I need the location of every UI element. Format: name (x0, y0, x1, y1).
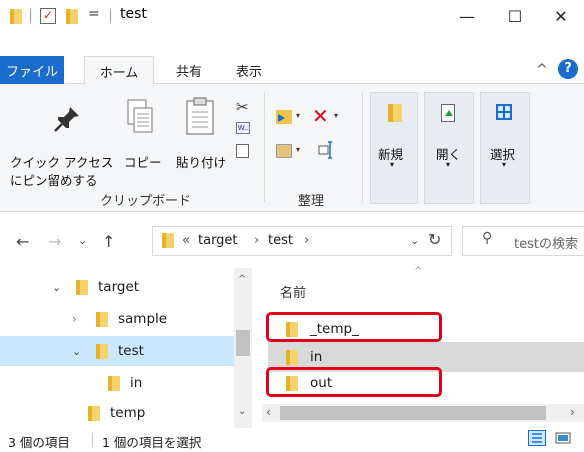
address-history-dropdown-icon[interactable]: ⌄ (410, 234, 419, 247)
search-icon: ⚲ (482, 230, 493, 246)
highlight-box (266, 367, 442, 397)
tree-label: in (130, 375, 143, 391)
move-to-icon[interactable] (276, 110, 292, 124)
tree-item-in[interactable]: in (0, 368, 234, 398)
nav-scroll-thumb[interactable] (236, 330, 250, 356)
properties-check-icon[interactable]: ✓ (40, 8, 56, 24)
scissors-icon[interactable]: ✂ (236, 98, 249, 116)
address-bar[interactable] (152, 226, 452, 256)
tree-item-test[interactable]: ⌄ test (0, 336, 234, 366)
up-icon[interactable]: ↑ (102, 232, 115, 251)
tree-item-sample[interactable]: › sample (0, 304, 234, 334)
minimize-button[interactable]: — (444, 0, 490, 32)
folder-icon (96, 343, 108, 359)
paste-shortcut-icon[interactable] (236, 144, 249, 158)
new-folder-icon (388, 104, 402, 122)
nav-scroll-up-icon[interactable]: ^ (238, 274, 246, 285)
tab-view[interactable]: 表示 (222, 56, 276, 85)
qat-separator (30, 9, 31, 23)
open-dropdown-icon[interactable]: ▾ (446, 160, 450, 169)
chevron-down-icon[interactable]: ⌄ (72, 345, 88, 358)
new-dropdown-icon[interactable]: ▾ (390, 160, 394, 169)
breadcrumb-target[interactable]: target (198, 233, 238, 248)
tree-label: temp (110, 405, 146, 421)
tab-file[interactable]: ファイル (0, 56, 64, 84)
select-dropdown-icon[interactable]: ▾ (502, 160, 506, 169)
chevron-right-icon[interactable]: › (72, 312, 88, 326)
large-icons-view-icon[interactable] (554, 430, 572, 446)
address-folder-icon (162, 233, 174, 248)
folder-icon (286, 349, 298, 365)
move-to-dropdown-icon[interactable]: ▾ (296, 111, 300, 120)
refresh-icon[interactable]: ↻ (428, 230, 441, 249)
help-icon[interactable]: ? (558, 59, 578, 79)
delete-icon[interactable]: ✕ (312, 104, 329, 128)
address-overflow[interactable]: « (182, 233, 190, 248)
properties-icon (441, 104, 455, 122)
chevron-down-icon[interactable]: ⌄ (52, 281, 68, 294)
breadcrumb-chevron-icon[interactable]: › (304, 233, 309, 248)
pin-label-2[interactable]: にピン留めする (10, 170, 98, 189)
copy-to-icon[interactable] (276, 144, 292, 158)
copy-path-icon[interactable]: W.. (236, 122, 250, 134)
folder-icon (88, 405, 100, 421)
new-folder-qat-icon[interactable] (66, 9, 78, 24)
group-separator (362, 92, 363, 202)
search-placeholder: testの検索 (514, 237, 578, 252)
group-separator (264, 92, 265, 202)
breadcrumb-chevron-icon: › (254, 233, 260, 248)
copy-to-dropdown-icon[interactable]: ▾ (296, 145, 300, 154)
column-sort-icon: ^ (414, 266, 423, 277)
item-count: 3 個の項目 (8, 435, 70, 450)
close-button[interactable]: ✕ (538, 0, 584, 32)
tree-label: test (118, 343, 144, 359)
copy-icon[interactable] (126, 98, 154, 136)
status-bar (0, 428, 584, 452)
folder-icon (96, 311, 108, 327)
clipboard-group-label: クリップボード (100, 194, 192, 209)
tree-item-temp[interactable]: temp (0, 398, 234, 428)
title-separator (110, 9, 111, 23)
forward-icon[interactable]: → (48, 232, 61, 251)
delete-dropdown-icon[interactable]: ▾ (334, 111, 338, 120)
pin-icon[interactable] (52, 104, 82, 134)
highlight-box (266, 312, 442, 342)
list-item-label: in (310, 349, 323, 365)
maximize-button[interactable]: ☐ (492, 0, 538, 32)
scroll-right-icon[interactable]: › (570, 405, 575, 419)
folder-icon (108, 375, 120, 391)
horizontal-scroll-thumb[interactable] (280, 406, 546, 420)
qat-dropdown-icon[interactable]: = (88, 6, 100, 22)
back-icon[interactable]: ← (16, 232, 29, 251)
selected-count: 1 個の項目を選択 (102, 435, 202, 450)
details-view-icon[interactable] (528, 430, 546, 446)
organize-group-label: 整理 (298, 194, 325, 209)
paste-label[interactable]: 貼り付け (176, 152, 226, 171)
rename-icon[interactable] (318, 140, 334, 160)
tree-label: target (98, 279, 140, 295)
tree-label: sample (118, 311, 168, 327)
window-title: test (120, 6, 147, 22)
column-header-name[interactable]: 名前 (280, 282, 306, 301)
nav-scroll-down-icon[interactable]: ⌄ (238, 406, 246, 417)
scroll-left-icon[interactable]: ‹ (266, 405, 271, 419)
breadcrumb-test[interactable]: test (268, 233, 293, 248)
recent-dropdown-icon[interactable]: ⌄ (78, 234, 87, 247)
tab-share[interactable]: 共有 (162, 56, 216, 85)
folder-icon (10, 9, 22, 24)
tree-item-target[interactable]: ⌄ target (0, 272, 234, 302)
paste-icon[interactable] (184, 96, 216, 136)
select-all-icon (496, 104, 512, 120)
ribbon-collapse-icon[interactable]: ^ (536, 62, 548, 78)
tab-home[interactable]: ホーム (84, 56, 154, 85)
status-separator (92, 433, 93, 447)
pin-label-1[interactable]: クイック アクセス (10, 152, 113, 171)
copy-label[interactable]: コピー (124, 152, 162, 171)
folder-icon (76, 279, 88, 295)
